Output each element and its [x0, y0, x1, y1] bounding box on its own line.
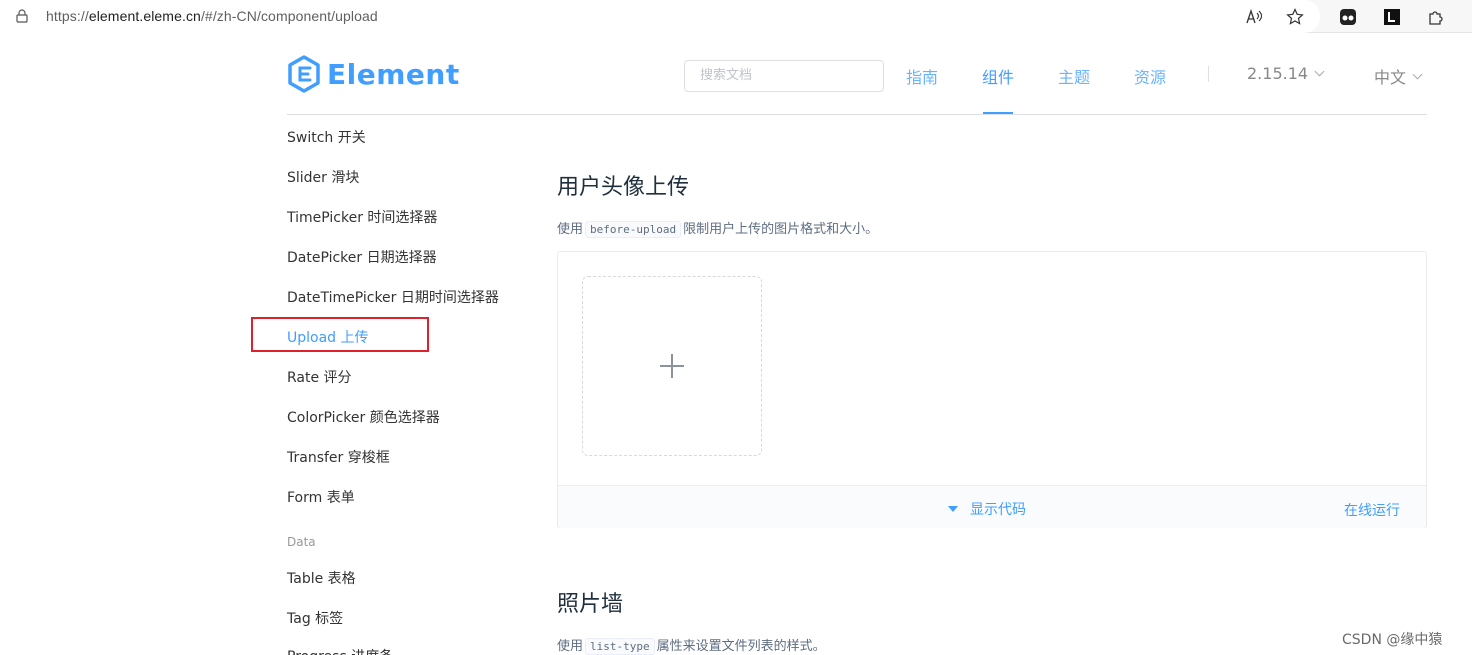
section-title-photo-wall: 照片墙	[557, 592, 624, 617]
read-aloud-icon[interactable]	[1244, 6, 1266, 28]
section-description: 使用 list-type 属性来设置文件列表的样式。	[557, 638, 826, 655]
nav-theme[interactable]: 主题	[1058, 64, 1090, 88]
sidebar-item-switch[interactable]: Switch 开关	[287, 127, 366, 147]
sidebar-item-colorpicker[interactable]: ColorPicker 颜色选择器	[287, 407, 440, 427]
avatar-uploader[interactable]	[582, 276, 762, 456]
run-online-button[interactable]: 在线运行	[1344, 500, 1400, 520]
demo-block: 显示代码 在线运行	[557, 251, 1427, 528]
address-bar[interactable]: https://element.eleme.cn/#/zh-CN/compone…	[0, 0, 1320, 33]
show-code-button[interactable]: 显示代码	[948, 499, 1026, 519]
section-title-avatar-upload: 用户头像上传	[557, 175, 690, 200]
inline-code: before-upload	[585, 221, 682, 238]
sidebar-item-transfer[interactable]: Transfer 穿梭框	[287, 447, 390, 467]
demo-control-bar[interactable]: 显示代码 在线运行	[558, 485, 1426, 528]
nav-components[interactable]: 组件	[982, 64, 1014, 88]
browser-toolbar: https://element.eleme.cn/#/zh-CN/compone…	[0, 0, 1472, 33]
version-label: 2.15.14	[1247, 64, 1309, 83]
extension-icon[interactable]	[1337, 6, 1359, 28]
sidebar-item-rate[interactable]: Rate 评分	[287, 367, 352, 387]
nav-resources[interactable]: 资源	[1134, 64, 1166, 88]
sidebar-item-tag[interactable]: Tag 标签	[287, 608, 343, 628]
sidebar-item-form[interactable]: Form 表单	[287, 487, 355, 507]
chevron-down-icon	[1412, 69, 1423, 79]
lock-icon[interactable]	[16, 9, 28, 23]
extension-icon[interactable]	[1381, 6, 1403, 28]
header-divider	[287, 114, 1427, 115]
puzzle-extension-icon[interactable]	[1425, 6, 1447, 28]
inline-code: list-type	[585, 638, 655, 655]
sidebar-item-table[interactable]: Table 表格	[287, 568, 356, 588]
search-input[interactable]: 搜索文档	[684, 60, 884, 92]
sidebar-group-data: Data	[287, 535, 316, 549]
version-select[interactable]: 2.15.14	[1247, 64, 1325, 83]
annotation-highlight-box	[251, 317, 429, 352]
csdn-watermark: CSDN @缘中猿	[1342, 632, 1443, 648]
language-label: 中文	[1374, 68, 1407, 87]
show-code-label: 显示代码	[970, 502, 1026, 518]
element-logo[interactable]: Element	[287, 54, 460, 94]
element-hexagon-icon	[288, 55, 320, 93]
chevron-down-icon	[1314, 66, 1325, 77]
sidebar-item-timepicker[interactable]: TimePicker 时间选择器	[287, 207, 437, 227]
sidebar-item-datepicker[interactable]: DatePicker 日期选择器	[287, 247, 437, 267]
url-text[interactable]: https://element.eleme.cn/#/zh-CN/compone…	[46, 8, 378, 24]
plus-icon	[660, 354, 684, 378]
caret-down-icon	[948, 506, 958, 512]
nav-divider	[1208, 66, 1209, 82]
logo-text: Element	[327, 57, 460, 91]
nav-guide[interactable]: 指南	[906, 64, 938, 88]
sidebar-item-progress[interactable]: Progress 进度条	[287, 646, 393, 655]
section-description: 使用 before-upload 限制用户上传的图片格式和大小。	[557, 221, 879, 238]
sidebar-item-datetimepicker[interactable]: DateTimePicker 日期时间选择器	[287, 287, 499, 307]
language-select[interactable]: 中文	[1374, 64, 1423, 88]
sidebar-item-slider[interactable]: Slider 滑块	[287, 167, 359, 187]
favorite-star-icon[interactable]	[1284, 6, 1306, 28]
